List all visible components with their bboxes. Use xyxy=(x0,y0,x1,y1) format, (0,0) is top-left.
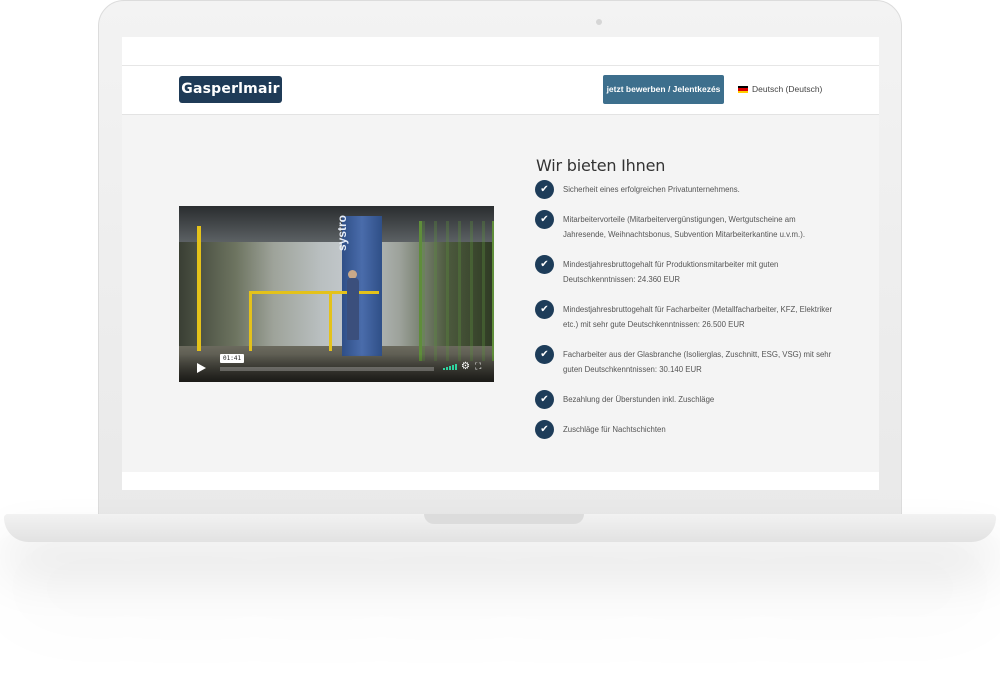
fullscreen-icon[interactable]: ⛶ xyxy=(475,361,481,372)
yellow-rail xyxy=(249,291,252,351)
benefit-text: Mindestjahresbruttogehalt für Produktion… xyxy=(563,260,779,284)
browser-top-strip xyxy=(122,37,879,66)
benefit-text: Mindestjahresbruttogehalt für Facharbeit… xyxy=(563,305,833,329)
yellow-rail xyxy=(197,226,201,351)
check-circle-icon: ✔ xyxy=(535,255,554,274)
settings-gear-icon[interactable]: ⚙ xyxy=(461,361,470,372)
benefits-section: systro 01:41 ⚙ ⛶ Wir bieten Ihnen ✔ Siche… xyxy=(122,115,879,472)
page-bottom-strip xyxy=(122,472,879,490)
benefit-item: ✔ Bezahlung der Überstunden inkl. Zuschlä… xyxy=(535,390,715,409)
check-circle-icon: ✔ xyxy=(535,390,554,409)
glass-rack xyxy=(419,221,494,361)
benefit-item: ✔ Mindestjahresbruttogehalt für Produktio… xyxy=(535,255,835,287)
gasperlmair-logo[interactable]: Gasperlmair xyxy=(179,76,282,103)
video-controls: 01:41 ⚙ ⛶ xyxy=(179,354,494,382)
benefit-text: Mitarbeitervorteile (Mitarbeitervergünst… xyxy=(563,215,805,239)
language-selector[interactable]: Deutsch (Deutsch) xyxy=(738,75,822,104)
video-progress-bar[interactable] xyxy=(220,367,434,371)
check-circle-icon: ✔ xyxy=(535,210,554,229)
yellow-rail xyxy=(329,291,332,351)
german-flag-icon xyxy=(738,86,748,93)
check-circle-icon: ✔ xyxy=(535,300,554,319)
video-timecode: 01:41 xyxy=(220,354,245,363)
yellow-rail xyxy=(249,291,379,294)
volume-icon[interactable] xyxy=(443,364,457,370)
benefit-item: ✔ Mitarbeitervorteile (Mitarbeitervergüns… xyxy=(535,210,835,242)
worker xyxy=(347,278,359,340)
video-player[interactable]: systro 01:41 ⚙ ⛶ xyxy=(179,206,494,382)
benefit-item: ✔ Sicherheit eines erfolgreichen Privatun… xyxy=(535,180,740,199)
benefit-item: ✔ Mindestjahresbruttogehalt für Facharbei… xyxy=(535,300,835,332)
section-heading: Wir bieten Ihnen xyxy=(536,156,666,176)
play-icon[interactable] xyxy=(197,363,206,373)
benefit-text: Facharbeiter aus der Glasbranche (Isolie… xyxy=(563,350,832,374)
benefit-item: ✔ Zuschläge für Nachtschichten xyxy=(535,420,666,439)
check-circle-icon: ✔ xyxy=(535,420,554,439)
benefit-text: Sicherheit eines erfolgreichen Privatunt… xyxy=(563,185,740,194)
video-column-text: systro xyxy=(335,214,350,252)
site-header: Gasperlmair jetzt bewerben / Jelentkezés… xyxy=(122,66,879,115)
check-circle-icon: ✔ xyxy=(535,345,554,364)
benefit-text: Zuschläge für Nachtschichten xyxy=(563,425,666,434)
benefit-text: Bezahlung der Überstunden inkl. Zuschläg… xyxy=(563,395,715,404)
check-circle-icon: ✔ xyxy=(535,180,554,199)
benefit-item: ✔ Facharbeiter aus der Glasbranche (Isoli… xyxy=(535,345,835,377)
apply-button[interactable]: jetzt bewerben / Jelentkezés xyxy=(603,75,724,104)
laptop-notch xyxy=(424,514,584,524)
laptop-base xyxy=(4,514,996,542)
laptop-screen: Gasperlmair jetzt bewerben / Jelentkezés… xyxy=(122,37,879,490)
language-label: Deutsch (Deutsch) xyxy=(752,84,823,94)
camera-dot xyxy=(596,19,602,25)
